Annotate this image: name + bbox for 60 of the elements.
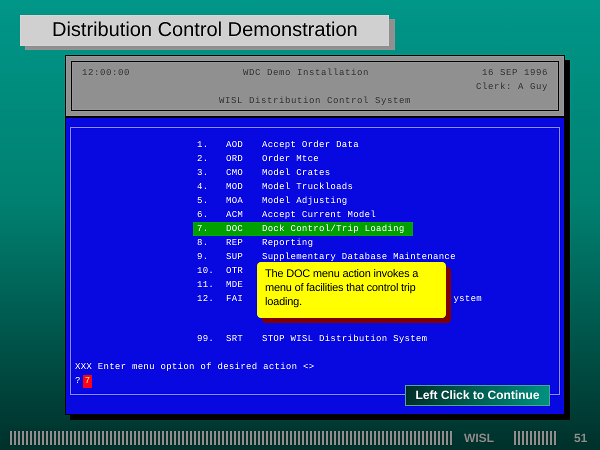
item-code: ACM xyxy=(225,209,244,222)
item-description: ystem xyxy=(453,293,482,306)
installation-name: WDC Demo Installation xyxy=(242,67,370,80)
menu-item[interactable]: 3. CMO Model Crates xyxy=(197,166,330,180)
date-text: 16 SEP 1996 xyxy=(482,67,548,80)
item-code: SRT xyxy=(225,333,244,346)
item-code: REP xyxy=(225,237,244,250)
continue-button[interactable]: Left Click to Continue xyxy=(405,385,550,406)
item-description: Reporting xyxy=(262,237,314,250)
item-description: Model Crates xyxy=(262,167,330,180)
item-number: 1. xyxy=(197,139,210,152)
input-field[interactable]: 7 xyxy=(82,374,92,388)
item-number: 2. xyxy=(197,153,210,166)
menu-item[interactable]: 8. REP Reporting xyxy=(197,236,314,250)
menu-item[interactable]: 1. AOD Accept Order Data xyxy=(197,138,359,152)
item-code: OTR xyxy=(225,265,244,278)
item-number: 7. xyxy=(197,223,210,236)
menu-item[interactable]: 99. SRT STOP WISL Distribution System xyxy=(197,332,428,346)
callout-tooltip: The DOC menu action invokes a menu of facilities that control trip loading. xyxy=(257,262,446,318)
clock-time: 12:00:00 xyxy=(82,67,130,80)
item-number: 10. xyxy=(197,265,216,278)
item-description: Order Mtce xyxy=(262,153,320,166)
item-number: 4. xyxy=(197,181,210,194)
item-number: 8. xyxy=(197,237,210,250)
bar-pattern xyxy=(514,431,558,445)
item-code: CMO xyxy=(225,167,244,180)
item-number: 99. xyxy=(197,333,216,346)
prompt-text: XXX Enter menu option of desired action <> xyxy=(75,362,314,372)
item-code: FAI xyxy=(225,293,244,306)
menu-item[interactable]: 2. ORD Order Mtce xyxy=(197,152,320,166)
system-name: WISL Distribution Control System xyxy=(218,95,412,108)
item-description: Dock Control/Trip Loading xyxy=(262,223,405,236)
item-description: Accept Current Model xyxy=(262,209,376,222)
item-number: 5. xyxy=(197,195,210,208)
menu-item[interactable]: 4. MOD Model Truckloads xyxy=(197,180,354,194)
page-number: 51 xyxy=(574,430,588,447)
item-code: MOD xyxy=(225,181,244,194)
menu-item[interactable]: 5. MOA Model Adjusting xyxy=(197,194,348,208)
item-code: MOA xyxy=(225,195,244,208)
item-number: 12. xyxy=(197,293,216,306)
item-description: Accept Order Data xyxy=(262,139,359,152)
item-description: Model Truckloads xyxy=(262,181,354,194)
item-code: AOD xyxy=(225,139,244,152)
item-number: 6. xyxy=(197,209,210,222)
slide-title: Distribution Control Demonstration xyxy=(20,15,389,46)
item-code: ORD xyxy=(225,153,244,166)
item-code: DOC xyxy=(225,223,244,236)
item-code: MDE xyxy=(225,279,244,292)
item-description: Supplementary Database Maintenance xyxy=(262,251,456,264)
item-number: 11. xyxy=(197,279,216,292)
item-number: 3. xyxy=(197,167,210,180)
item-description: STOP WISL Distribution System xyxy=(262,333,428,346)
item-description: Model Adjusting xyxy=(262,195,348,208)
clerk-name: Clerk: A Guy xyxy=(476,81,548,94)
item-code: SUP xyxy=(225,251,244,264)
prompt-mark: ? xyxy=(75,375,81,388)
item-number: 9. xyxy=(197,251,210,264)
menu-item[interactable]: 6. ACM Accept Current Model xyxy=(197,208,376,222)
menu-item[interactable]: 9. SUP Supplementary Database Maintenance xyxy=(197,250,456,264)
footer-brand: WISL xyxy=(464,430,495,447)
